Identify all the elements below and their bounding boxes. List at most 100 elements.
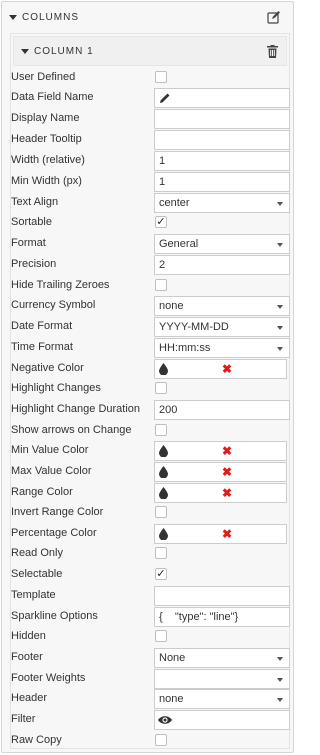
collapse-caret-icon[interactable]: [21, 48, 29, 54]
row-template: Template: [11, 586, 290, 607]
precision-label: Precision: [11, 258, 57, 270]
format-value: General: [159, 238, 199, 250]
row-user-defined: User Defined: [11, 68, 283, 89]
row-format: Format General: [11, 234, 290, 255]
invert-range-color-checkbox[interactable]: [155, 506, 167, 518]
user-defined-checkbox[interactable]: [155, 71, 167, 83]
sortable-checkbox[interactable]: ✓: [155, 216, 167, 228]
precision-input[interactable]: 2: [154, 255, 290, 275]
hide-trailing-zeroes-label: Hide Trailing Zeroes: [11, 279, 110, 291]
text-align-value: center: [159, 197, 190, 209]
color-drop-icon: [159, 363, 168, 375]
color-drop-icon: [159, 487, 168, 499]
footer-label: Footer: [11, 651, 43, 663]
format-label: Format: [11, 237, 46, 249]
chevron-down-icon: [277, 657, 283, 661]
min-value-color-label: Min Value Color: [11, 444, 89, 456]
row-precision: Precision 2: [11, 255, 290, 276]
show-arrows-on-change-label: Show arrows on Change: [11, 424, 132, 436]
trash-icon[interactable]: [267, 45, 278, 58]
hidden-checkbox[interactable]: [155, 630, 167, 642]
chevron-down-icon: [277, 243, 283, 247]
display-name-input[interactable]: [154, 109, 290, 129]
row-selectable: Selectable ✓: [11, 565, 283, 586]
raw-copy-checkbox[interactable]: [155, 734, 167, 746]
eye-icon: [158, 716, 172, 724]
highlight-change-duration-input[interactable]: 200: [154, 400, 290, 420]
selectable-checkbox[interactable]: ✓: [155, 568, 167, 580]
row-min-value-color: Min Value Color ✖: [11, 441, 287, 462]
header-value: none: [159, 693, 184, 705]
data-field-name-label: Data Field Name: [11, 91, 94, 103]
read-only-checkbox[interactable]: [155, 547, 167, 559]
clear-color-icon[interactable]: ✖: [222, 465, 232, 479]
header-tooltip-input[interactable]: [154, 130, 290, 150]
template-input[interactable]: [154, 586, 290, 606]
min-value-color-picker[interactable]: ✖: [154, 441, 287, 461]
footer-select[interactable]: None: [154, 648, 290, 668]
hidden-label: Hidden: [11, 630, 46, 642]
time-format-label: Time Format: [11, 341, 73, 353]
edit-icon[interactable]: [267, 10, 281, 24]
filter-field[interactable]: [154, 710, 290, 730]
footer-weights-label: Footer Weights: [11, 672, 86, 684]
time-format-value: HH:mm:ss: [159, 342, 211, 354]
row-percentage-color: Percentage Color ✖: [11, 524, 287, 545]
user-defined-label: User Defined: [11, 71, 76, 83]
row-header: Header none: [11, 689, 290, 710]
format-select[interactable]: General: [154, 234, 290, 254]
min-width-input[interactable]: 1: [154, 172, 290, 192]
column-title: COLUMN 1: [34, 45, 94, 57]
text-align-select[interactable]: center: [154, 193, 290, 213]
highlight-changes-label: Highlight Changes: [11, 382, 101, 394]
row-display-name: Display Name: [11, 109, 290, 130]
chevron-down-icon: [277, 305, 283, 309]
display-name-label: Display Name: [11, 112, 80, 124]
chevron-down-icon: [277, 326, 283, 330]
date-format-select[interactable]: YYYY-MM-DD: [154, 317, 290, 337]
template-label: Template: [11, 589, 56, 601]
width-relative-input[interactable]: 1: [154, 151, 290, 171]
sparkline-options-input[interactable]: { "type": "line"}: [154, 607, 290, 627]
header-select[interactable]: none: [154, 689, 290, 709]
sortable-label: Sortable: [11, 216, 52, 228]
clear-color-icon[interactable]: ✖: [222, 486, 232, 500]
footer-value: None: [159, 652, 186, 664]
max-value-color-label: Max Value Color: [11, 465, 92, 477]
row-hide-trailing-zeroes: Hide Trailing Zeroes: [11, 276, 283, 297]
percentage-color-label: Percentage Color: [11, 527, 97, 539]
row-highlight-changes: Highlight Changes: [11, 379, 283, 400]
min-width-label: Min Width (px): [11, 175, 82, 187]
row-footer-weights: Footer Weights: [11, 669, 290, 690]
clear-color-icon[interactable]: ✖: [222, 444, 232, 458]
selectable-label: Selectable: [11, 568, 63, 580]
column-header[interactable]: COLUMN 1: [13, 36, 287, 66]
show-arrows-on-change-checkbox[interactable]: [155, 424, 167, 436]
width-relative-label: Width (relative): [11, 154, 85, 166]
row-data-field-name: Data Field Name: [11, 88, 290, 109]
row-currency-symbol: Currency Symbol none: [11, 296, 290, 317]
range-color-picker[interactable]: ✖: [154, 483, 287, 503]
currency-symbol-select[interactable]: none: [154, 296, 290, 316]
hide-trailing-zeroes-checkbox[interactable]: [155, 279, 167, 291]
highlight-changes-checkbox[interactable]: [155, 382, 167, 394]
chevron-down-icon: [277, 347, 283, 351]
data-field-name-field[interactable]: [154, 88, 290, 108]
columns-header[interactable]: COLUMNS: [2, 2, 293, 32]
collapse-caret-icon[interactable]: [9, 14, 17, 20]
percentage-color-picker[interactable]: ✖: [154, 524, 287, 544]
clear-color-icon[interactable]: ✖: [222, 362, 232, 376]
clear-color-icon[interactable]: ✖: [222, 527, 232, 541]
row-sortable: Sortable ✓: [11, 213, 283, 234]
row-filter: Filter: [11, 710, 290, 731]
header-label: Header: [11, 692, 48, 704]
negative-color-picker[interactable]: ✖: [154, 359, 287, 379]
row-read-only: Read Only: [11, 544, 283, 565]
invert-range-color-label: Invert Range Color: [11, 506, 104, 518]
max-value-color-picker[interactable]: ✖: [154, 462, 287, 482]
time-format-select[interactable]: HH:mm:ss: [154, 338, 290, 358]
columns-title: COLUMNS: [22, 11, 80, 23]
chevron-down-icon: [277, 678, 283, 682]
footer-weights-select[interactable]: [154, 669, 290, 689]
row-time-format: Time Format HH:mm:ss: [11, 338, 290, 359]
